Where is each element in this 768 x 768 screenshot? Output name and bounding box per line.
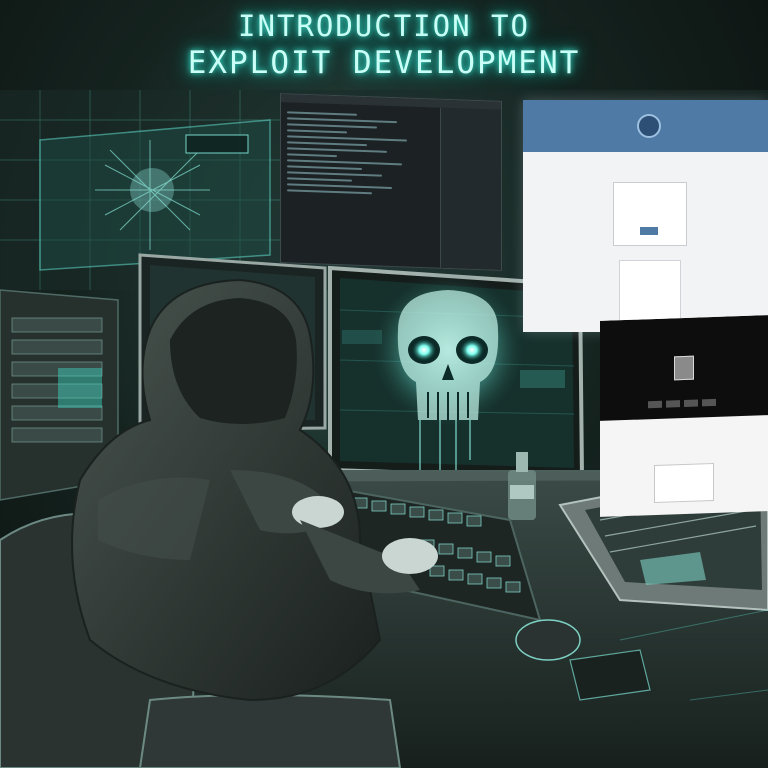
webpage-logo-icon: [637, 114, 661, 138]
code-editor-screen: [280, 93, 502, 271]
webpage-form-button: [640, 227, 658, 235]
webpage-card: [619, 260, 681, 322]
book-icon: [674, 355, 694, 381]
webpage-header: [523, 100, 768, 152]
laptop-page-card: [654, 462, 714, 504]
poster-title: INTRODUCTION TO EXPLOIT DEVELOPMENT: [0, 8, 768, 82]
hologram-panel: [39, 119, 271, 271]
mouse: [515, 619, 581, 661]
title-line-2: EXPLOIT DEVELOPMENT: [187, 45, 581, 81]
editor-sidebar-panel: [440, 107, 501, 270]
illustration-scene: INTRODUCTION TO EXPLOIT DEVELOPMENT: [0, 0, 768, 768]
laptop-nav-button: [702, 398, 716, 407]
webpage-form-box: [613, 182, 687, 246]
laptop-webpage-screen: [600, 315, 768, 517]
laptop-nav-button: [648, 400, 662, 409]
laptop-nav-button: [684, 399, 698, 407]
webpage-screen: [523, 100, 768, 332]
laptop-nav-button: [666, 400, 680, 408]
title-line-1: INTRODUCTION TO: [238, 9, 530, 43]
